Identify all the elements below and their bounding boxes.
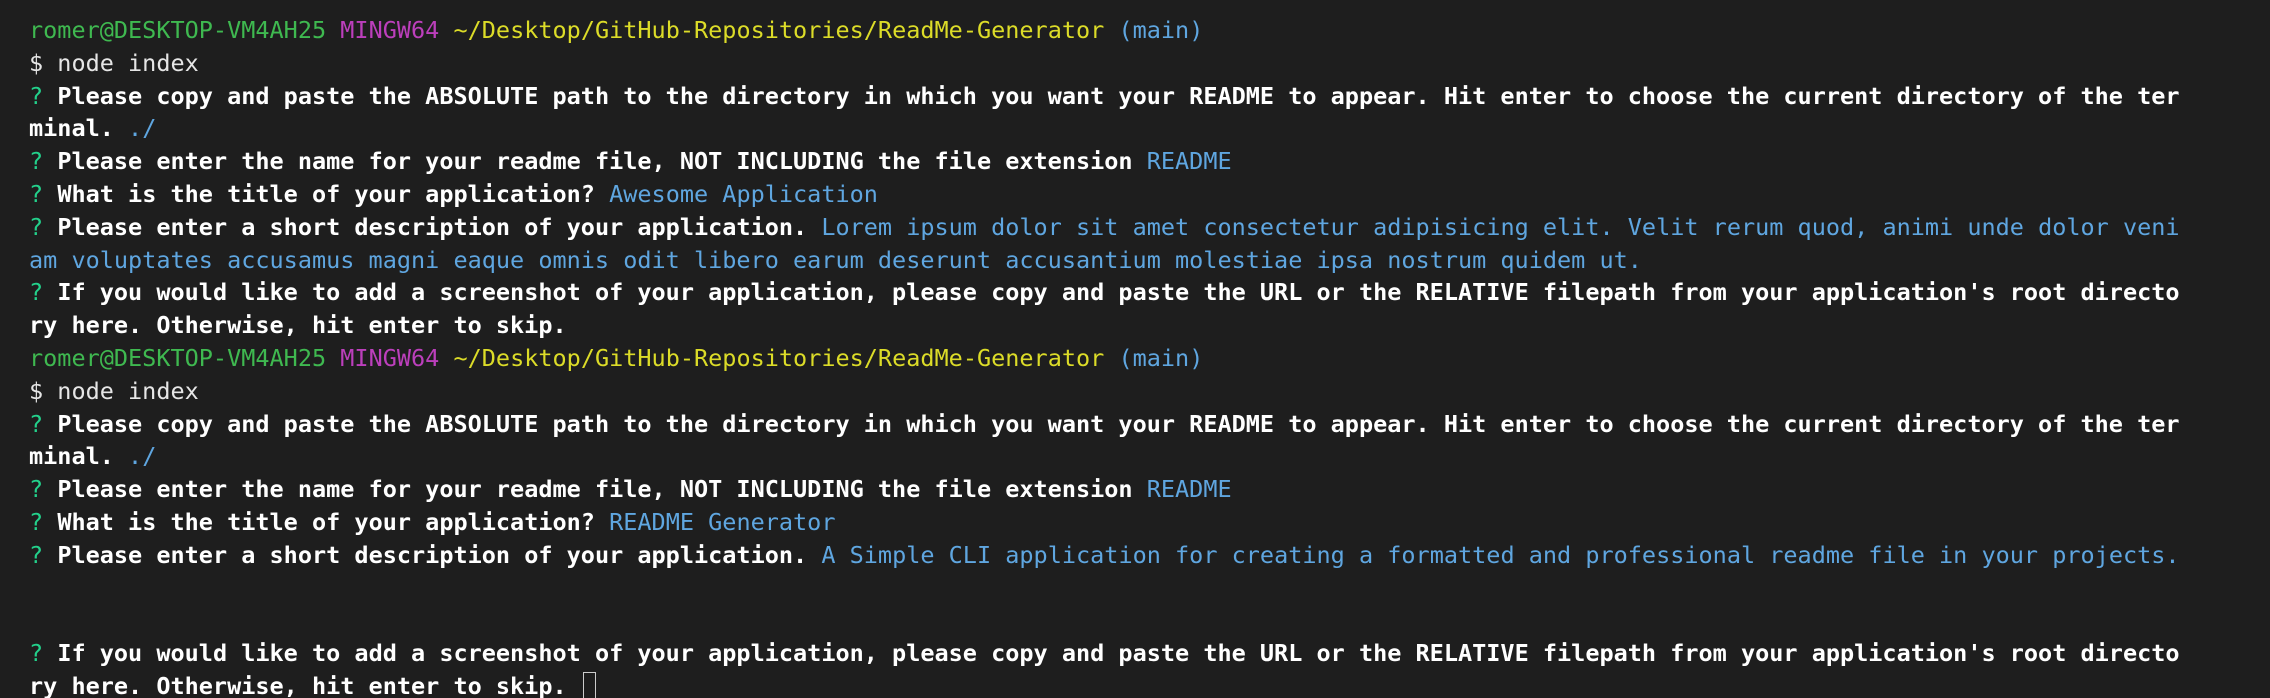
- question-text: Please enter the name for your readme fi…: [57, 147, 1133, 176]
- question-line: ? Please copy and paste the ABSOLUTE pat…: [29, 408, 2270, 441]
- question-text: Please copy and paste the ABSOLUTE path …: [57, 409, 2180, 438]
- question-text: What is the title of your application?: [57, 507, 595, 536]
- command-text: $ node index: [29, 376, 199, 405]
- text-cursor[interactable]: [582, 671, 596, 698]
- question-line: ? If you would like to add a screenshot …: [29, 276, 2270, 309]
- user-host: romer@DESKTOP-VM4AH25: [29, 343, 327, 372]
- question-line-continued: ry here. Otherwise, hit enter to skip.: [29, 670, 2270, 698]
- question-line: ? Please enter the name for your readme …: [29, 473, 2270, 506]
- git-branch: (main): [1118, 16, 1204, 44]
- question-mark-icon: ?: [29, 475, 44, 504]
- question-line: ? Please copy and paste the ABSOLUTE pat…: [29, 80, 2270, 113]
- question-line: ? If you would like to add a screenshot …: [29, 637, 2270, 670]
- shell-name: MINGW64: [340, 16, 440, 44]
- question-line: ? Please enter a short description of yo…: [29, 211, 2270, 244]
- git-branch: (main): [1118, 343, 1204, 372]
- question-mark-icon: ?: [29, 278, 44, 307]
- question-mark-icon: ?: [29, 179, 44, 208]
- question-line: ? Please enter a short description of yo…: [29, 539, 2270, 572]
- answer-text: README: [1146, 147, 1232, 176]
- question-text: Please enter a short description of your…: [57, 212, 808, 241]
- answer-text: ./: [128, 442, 157, 471]
- question-text: minal.: [29, 442, 114, 471]
- question-line-continued: minal. ./: [29, 440, 2270, 473]
- working-directory: ~/Desktop/GitHub-Repositories/ReadMe-Gen…: [453, 343, 1105, 372]
- question-mark-icon: ?: [29, 639, 44, 668]
- question-mark-icon: ?: [29, 540, 44, 569]
- question-line: ? Please enter the name for your readme …: [29, 145, 2270, 178]
- terminal-window[interactable]: romer@DESKTOP-VM4AH25 MINGW64 ~/Desktop/…: [0, 0, 2270, 698]
- working-directory: ~/Desktop/GitHub-Repositories/ReadMe-Gen…: [453, 16, 1105, 44]
- question-text: If you would like to add a screenshot of…: [57, 278, 2180, 307]
- question-text: Please enter a short description of your…: [57, 540, 808, 569]
- answer-text: A Simple CLI application for creating a …: [821, 540, 2180, 569]
- question-mark-icon: ?: [29, 507, 44, 536]
- question-text: What is the title of your application?: [57, 179, 595, 208]
- command-text: $ node index: [29, 48, 199, 77]
- question-text: minal.: [29, 114, 114, 143]
- command-line: $ node index: [29, 47, 2270, 80]
- answer-text: ./: [128, 114, 157, 143]
- question-text: If you would like to add a screenshot of…: [57, 639, 2180, 668]
- question-text: ry here. Otherwise, hit enter to skip.: [29, 311, 567, 340]
- question-text: Please enter the name for your readme fi…: [57, 475, 1133, 504]
- command-line: $ node index: [29, 375, 2270, 408]
- question-line-continued: ry here. Otherwise, hit enter to skip.: [29, 309, 2270, 342]
- shell-name: MINGW64: [340, 343, 440, 372]
- answer-text: Lorem ipsum dolor sit amet consectetur a…: [821, 212, 2180, 241]
- prompt-line: romer@DESKTOP-VM4AH25 MINGW64 ~/Desktop/…: [29, 342, 2270, 375]
- question-mark-icon: ?: [29, 212, 44, 241]
- question-mark-icon: ?: [29, 81, 44, 110]
- answer-text: README Generator: [609, 507, 836, 536]
- prompt-line: romer@DESKTOP-VM4AH25 MINGW64 ~/Desktop/…: [29, 14, 2270, 47]
- answer-text: README: [1146, 475, 1232, 504]
- answer-text: am voluptates accusamus magni eaque omni…: [29, 245, 1642, 274]
- question-line-continued: minal. ./: [29, 112, 2270, 145]
- question-text: Please copy and paste the ABSOLUTE path …: [57, 81, 2180, 110]
- question-line: ? What is the title of your application?…: [29, 178, 2270, 211]
- answer-line-continued: am voluptates accusamus magni eaque omni…: [29, 244, 2270, 277]
- question-mark-icon: ?: [29, 409, 44, 438]
- user-host: romer@DESKTOP-VM4AH25: [29, 16, 327, 44]
- answer-text: Awesome Application: [609, 179, 878, 208]
- question-text: ry here. Otherwise, hit enter to skip.: [29, 671, 567, 698]
- question-line: ? What is the title of your application?…: [29, 506, 2270, 539]
- question-mark-icon: ?: [29, 147, 44, 176]
